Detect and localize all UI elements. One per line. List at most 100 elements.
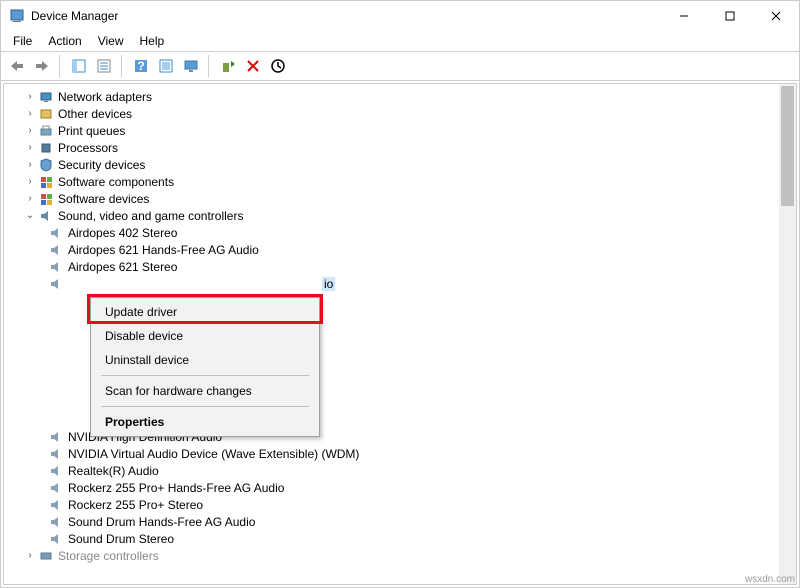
forward-button[interactable]: [30, 54, 54, 78]
tree-category-expanded[interactable]: ⌄ Sound, video and game controllers: [6, 207, 796, 224]
tree-device[interactable]: Airdopes 621 Hands-Free AG Audio: [6, 241, 796, 258]
update-driver-button[interactable]: [216, 54, 240, 78]
tree-category[interactable]: ›Network adapters: [6, 88, 796, 105]
menu-view[interactable]: View: [90, 32, 132, 50]
tree-category[interactable]: › Software components: [6, 173, 796, 190]
device-label: Rockerz 255 Pro+ Stereo: [68, 498, 203, 512]
speaker-icon: [48, 463, 64, 479]
tree-device[interactable]: Realtek(R) Audio: [6, 462, 796, 479]
speaker-icon: [48, 497, 64, 513]
tree-device[interactable]: Rockerz 255 Pro+ Hands-Free AG Audio: [6, 479, 796, 496]
category-label: Security devices: [58, 158, 145, 172]
device-label: Realtek(R) Audio: [68, 464, 159, 478]
speaker-icon: [48, 225, 64, 241]
maximize-button[interactable]: [707, 1, 753, 31]
speaker-icon: [48, 531, 64, 547]
category-label: Other devices: [58, 107, 132, 121]
speaker-icon: [48, 446, 64, 462]
window-title: Device Manager: [31, 9, 661, 23]
chevron-right-icon: ›: [24, 108, 36, 120]
tree-device[interactable]: Rockerz 255 Pro+ Stereo: [6, 496, 796, 513]
toolbar: ?: [1, 51, 799, 81]
menu-action[interactable]: Action: [40, 32, 89, 50]
cpu-icon: [38, 140, 54, 156]
titlebar: Device Manager: [1, 1, 799, 31]
speaker-icon: [48, 429, 64, 445]
tree-category[interactable]: › Storage controllers: [6, 547, 796, 564]
tree-device[interactable]: Airdopes 402 Stereo: [6, 224, 796, 241]
scrollbar-thumb[interactable]: [781, 86, 794, 206]
toolbar-separator: [208, 55, 213, 77]
speaker-icon: [48, 514, 64, 530]
chevron-right-icon: ›: [24, 125, 36, 137]
category-label: Software components: [58, 175, 174, 189]
monitor-button[interactable]: [179, 54, 203, 78]
back-button[interactable]: [5, 54, 29, 78]
context-menu: Update driver Disable device Uninstall d…: [90, 297, 320, 437]
menu-properties[interactable]: Properties: [93, 410, 317, 434]
other-icon: [38, 106, 54, 122]
minimize-button[interactable]: [661, 1, 707, 31]
tree-category[interactable]: › Other devices: [6, 105, 796, 122]
tree-category[interactable]: › Software devices: [6, 190, 796, 207]
menu-help[interactable]: Help: [132, 32, 173, 50]
properties-button[interactable]: [92, 54, 116, 78]
software-icon: [38, 174, 54, 190]
tree-device[interactable]: Airdopes 621 Stereo: [6, 258, 796, 275]
svg-text:?: ?: [137, 59, 144, 73]
close-button[interactable]: [753, 1, 799, 31]
menubar: File Action View Help: [1, 31, 799, 51]
menu-separator: [101, 375, 309, 376]
app-icon: [9, 8, 25, 24]
uninstall-button[interactable]: [241, 54, 265, 78]
menu-separator: [101, 406, 309, 407]
speaker-icon: [48, 259, 64, 275]
menu-update-driver[interactable]: Update driver: [93, 300, 317, 324]
category-label: Processors: [58, 141, 118, 155]
chevron-right-icon: ›: [24, 193, 36, 205]
disable-button[interactable]: [266, 54, 290, 78]
category-label: Sound, video and game controllers: [58, 209, 243, 223]
speaker-icon: [48, 480, 64, 496]
menu-scan-hardware[interactable]: Scan for hardware changes: [93, 379, 317, 403]
show-hide-button[interactable]: [67, 54, 91, 78]
device-label: Airdopes 621 Hands-Free AG Audio: [68, 243, 259, 257]
device-label: Sound Drum Hands-Free AG Audio: [68, 515, 255, 529]
device-label: NVIDIA Virtual Audio Device (Wave Extens…: [68, 447, 359, 461]
category-label: Print queues: [58, 124, 125, 138]
category-label: Storage controllers: [58, 549, 159, 563]
window-controls: [661, 1, 799, 31]
category-label: Software devices: [58, 192, 149, 206]
device-label: Sound Drum Stereo: [68, 532, 174, 546]
content-area: ›Network adapters › Other devices › Print …: [3, 83, 797, 585]
device-label: Rockerz 255 Pro+ Hands-Free AG Audio: [68, 481, 284, 495]
tree-device[interactable]: Sound Drum Hands-Free AG Audio: [6, 513, 796, 530]
chevron-down-icon: ⌄: [24, 210, 36, 222]
tree-category[interactable]: › Processors: [6, 139, 796, 156]
toolbar-separator: [121, 55, 126, 77]
help-button[interactable]: ?: [129, 54, 153, 78]
device-label: Airdopes 402 Stereo: [68, 226, 177, 240]
watermark: wsxdn.com: [745, 574, 795, 585]
storage-icon: [38, 548, 54, 564]
device-label-partial: io: [322, 277, 335, 291]
menu-file[interactable]: File: [5, 32, 40, 50]
chevron-right-icon: ›: [24, 550, 36, 562]
network-icon: [38, 89, 54, 105]
scrollbar[interactable]: [779, 84, 796, 584]
tree-category[interactable]: › Print queues: [6, 122, 796, 139]
tree-category[interactable]: ›Security devices: [6, 156, 796, 173]
device-manager-window: Device Manager File Action View Help ? ›…: [0, 0, 800, 588]
menu-disable-device[interactable]: Disable device: [93, 324, 317, 348]
tree-device-selected[interactable]: io: [6, 275, 796, 292]
chevron-right-icon: ›: [24, 176, 36, 188]
device-label: Airdopes 621 Stereo: [68, 260, 177, 274]
printer-icon: [38, 123, 54, 139]
speaker-icon: [38, 208, 54, 224]
shield-icon: [38, 157, 54, 173]
scan-button[interactable]: [154, 54, 178, 78]
tree-device[interactable]: Sound Drum Stereo: [6, 530, 796, 547]
menu-uninstall-device[interactable]: Uninstall device: [93, 348, 317, 372]
chevron-right-icon: ›: [24, 142, 36, 154]
tree-device[interactable]: NVIDIA Virtual Audio Device (Wave Extens…: [6, 445, 796, 462]
